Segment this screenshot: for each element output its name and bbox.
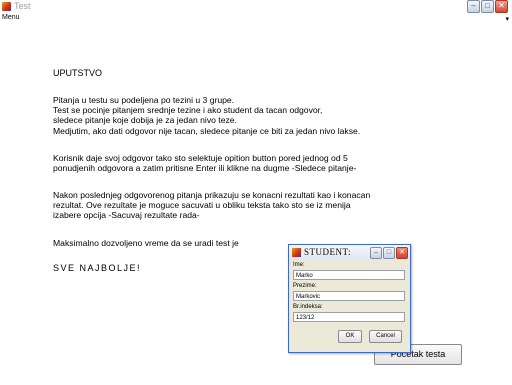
dialog-window-controls: – □ ✕ <box>370 247 408 259</box>
window-title: Test <box>14 1 31 11</box>
dialog-title-bar[interactable]: STUDENT: – □ ✕ <box>289 245 410 260</box>
minimize-button[interactable]: – <box>467 0 480 13</box>
student-dialog: STUDENT: – □ ✕ Ime: Marko Prezime: Marko… <box>288 244 411 353</box>
paragraph-line: sledece pitanje koje dobija je za jedan … <box>53 115 237 126</box>
last-name-field[interactable]: Markovic <box>293 291 405 301</box>
index-number-label: Br.indeksa: <box>293 304 323 310</box>
paragraph-line: Pitanja u testu su podeljena po tezini u… <box>53 95 235 105</box>
paragraph-line: Test se pocinje pitanjem srednje tezine … <box>53 105 323 116</box>
paragraph-line: Nakon poslednjeg odgovorenog pitanja pri… <box>53 190 371 200</box>
close-button[interactable]: ✕ <box>495 0 508 13</box>
menu-bar: Menu ▾ <box>0 14 512 26</box>
dialog-title: STUDENT: <box>304 247 352 257</box>
paragraph-line: rezultat. Ove rezultate je moguce sacuva… <box>53 200 351 211</box>
dialog-maximize-button[interactable]: □ <box>383 247 395 259</box>
app-icon <box>2 2 11 11</box>
paragraph-line: ponudjenih odgovora a zatim pritisne Ent… <box>53 163 357 174</box>
paragraph-line: izabere opcija -Sacuvaj rezultate rada- <box>53 210 200 221</box>
last-name-label: Prezime: <box>293 283 317 289</box>
paragraph-results: Nakon poslednjeg odgovorenog pitanja pri… <box>53 190 370 221</box>
dialog-app-icon <box>292 248 301 257</box>
window-controls: – □ ✕ <box>467 0 508 13</box>
paragraph-answering: Korisnik daje svoj odgovor tako sto sele… <box>53 153 356 173</box>
menu-arrow-icon[interactable]: ▾ <box>505 15 509 23</box>
window-title-bar[interactable]: Test – □ ✕ <box>0 0 512 14</box>
paragraph-line: Korisnik daje svoj odgovor tako sto sele… <box>53 153 348 163</box>
paragraph-difficulty: Pitanja u testu su podeljena po tezini u… <box>53 95 360 136</box>
good-luck-text: SVE NAJBOLJE! <box>53 263 142 273</box>
dialog-close-button[interactable]: ✕ <box>396 247 408 259</box>
dialog-minimize-button[interactable]: – <box>370 247 382 259</box>
instructions-heading: UPUTSTVO <box>53 68 103 78</box>
first-name-field[interactable]: Marko <box>293 270 405 280</box>
cancel-button[interactable]: Cancel <box>369 330 402 343</box>
ok-button[interactable]: OK <box>338 330 362 343</box>
paragraph-line: Medjutim, ako dati odgovor nije tacan, s… <box>53 125 361 136</box>
maximize-button[interactable]: □ <box>481 0 494 13</box>
first-name-label: Ime: <box>293 262 305 268</box>
paragraph-time-limit: Maksimalno dozvoljeno vreme da se uradi … <box>53 238 239 248</box>
index-number-field[interactable]: 123/12 <box>293 312 405 322</box>
menu-item-menu[interactable]: Menu <box>2 14 20 21</box>
